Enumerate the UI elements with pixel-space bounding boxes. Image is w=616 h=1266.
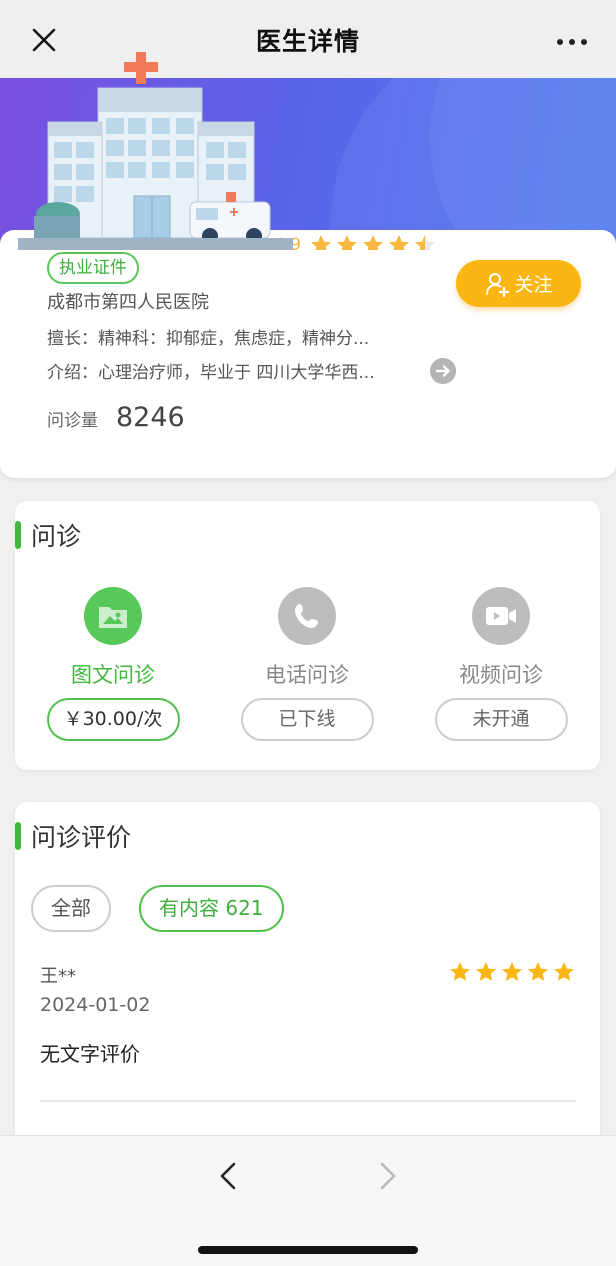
star-icon (389, 235, 410, 250)
service-image-text[interactable]: 图文问诊 ￥30.00/次 (28, 587, 198, 741)
doctor-rating: 4.9 (274, 233, 437, 250)
video-camera-icon (472, 587, 530, 645)
doctor-profile-card: 执业证件 成都市第四人民医院 擅长：精神科：抑郁症，焦虑症，精神分... 介绍：… (0, 230, 616, 478)
consult-count-value: 8246 (116, 402, 185, 433)
review-stars (448, 960, 576, 984)
reviews-section: 问诊评价 全部 有内容 621 王** 2024-01-02 无文字评价 (14, 802, 600, 1162)
star-icon (528, 962, 548, 981)
review-text: 无文字评价 (40, 1042, 140, 1066)
service-name: 视频问诊 (459, 663, 543, 687)
forward-arrow-icon[interactable] (372, 1158, 402, 1194)
image-folder-icon (84, 587, 142, 645)
section-title: 问诊 (14, 517, 81, 553)
star-icon (363, 235, 384, 250)
half-star-icon (415, 235, 436, 250)
star-icon (450, 962, 470, 981)
service-price[interactable]: ￥30.00/次 (46, 698, 180, 741)
rating-stars (309, 233, 437, 250)
star-icon (502, 962, 522, 981)
more-options-icon[interactable] (554, 24, 590, 60)
service-phone[interactable]: 电话问诊 已下线 (222, 587, 392, 741)
section-title: 问诊评价 (14, 818, 131, 854)
doctor-specialty: 擅长：精神科：抑郁症，焦虑症，精神分... (47, 329, 370, 349)
reviewer-name: 王** (40, 966, 76, 987)
home-indicator (198, 1246, 418, 1254)
license-badge[interactable]: 执业证件 (47, 252, 139, 284)
consult-count: 问诊量 8246 (47, 402, 185, 433)
service-status: 已下线 (240, 698, 374, 741)
bottom-toolbar (0, 1135, 616, 1266)
add-user-icon (486, 272, 510, 297)
star-icon (476, 962, 496, 981)
consult-count-label: 问诊量 (47, 411, 98, 431)
service-status: 未开通 (434, 698, 568, 741)
follow-label: 关注 (514, 274, 553, 296)
filter-all[interactable]: 全部 (31, 885, 111, 932)
hospital-name: 成都市第四人民医院 (47, 292, 209, 313)
consultation-section: 问诊 图文问诊 ￥30.00/次 电话问诊 已下线 视频问诊 未开通 (14, 501, 600, 770)
service-video[interactable]: 视频问诊 未开通 (416, 587, 586, 741)
star-icon (311, 235, 332, 250)
star-icon (554, 962, 574, 981)
arrow-right-circle-icon[interactable] (430, 358, 456, 384)
follow-button[interactable]: 关注 (456, 260, 581, 307)
divider (40, 1100, 576, 1102)
back-arrow-icon[interactable] (214, 1158, 244, 1194)
service-name: 电话问诊 (265, 663, 349, 687)
hospital-illustration (18, 52, 293, 250)
review-date: 2024-01-02 (40, 994, 151, 1016)
banner-decoration (430, 78, 616, 250)
star-icon (337, 235, 358, 250)
service-name: 图文问诊 (71, 663, 155, 687)
phone-icon (278, 587, 336, 645)
doctor-intro: 介绍：心理治疗师，毕业于 四川大学华西... (47, 363, 375, 383)
filter-with-content[interactable]: 有内容 621 (139, 885, 284, 932)
